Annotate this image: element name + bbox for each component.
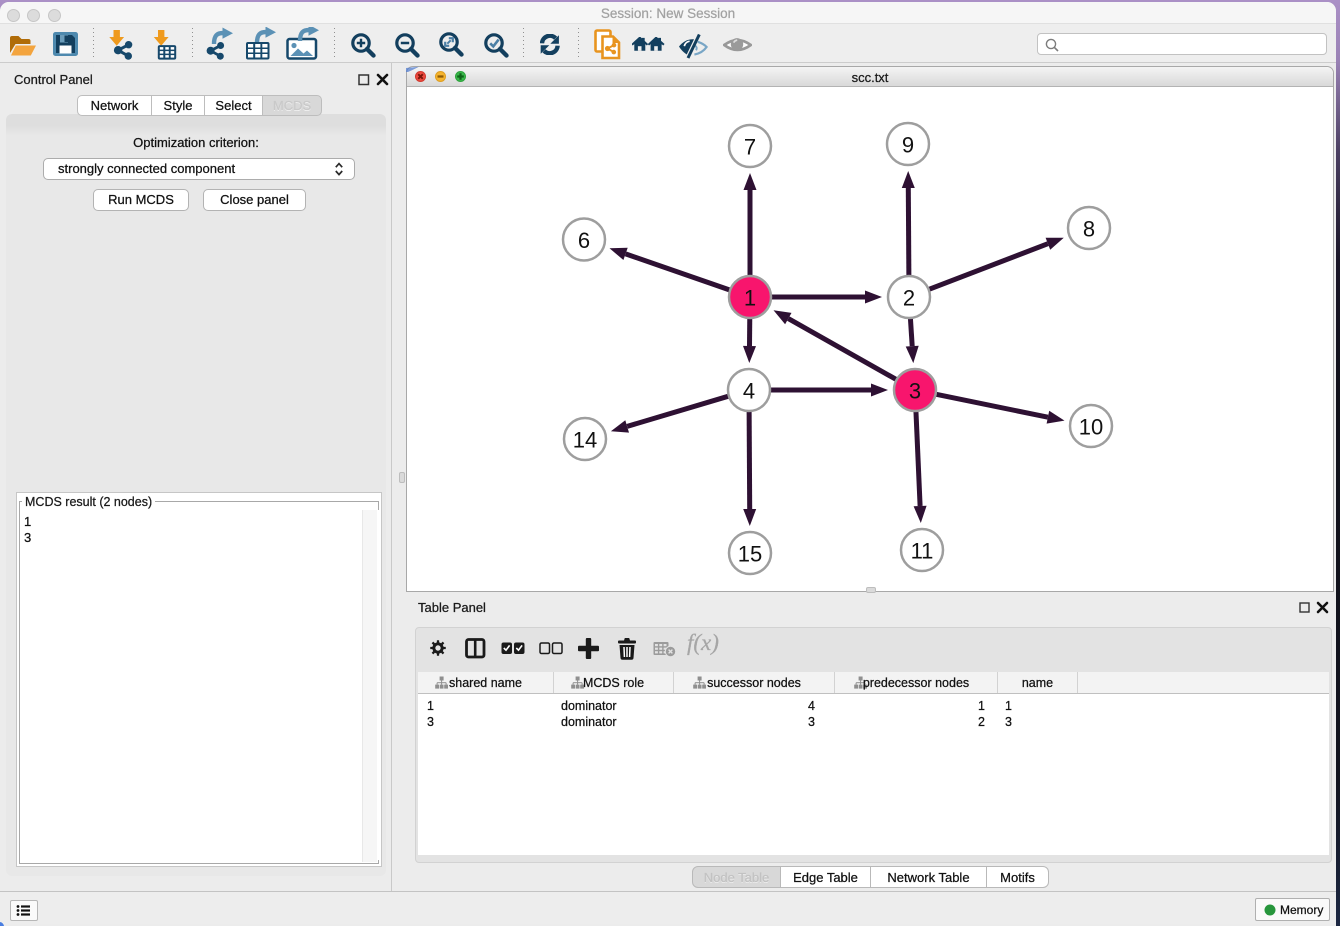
svg-text:15: 15 [738,542,762,567]
svg-text:1: 1 [744,286,756,311]
svg-text:11: 11 [911,539,934,564]
svg-text:9: 9 [902,133,914,158]
svg-text:14: 14 [573,428,597,453]
svg-text:7: 7 [744,135,756,160]
svg-text:6: 6 [578,228,590,253]
svg-text:4: 4 [743,379,755,404]
svg-text:10: 10 [1079,415,1103,440]
svg-text:3: 3 [909,379,921,404]
svg-text:8: 8 [1083,217,1095,242]
svg-text:2: 2 [903,286,915,311]
